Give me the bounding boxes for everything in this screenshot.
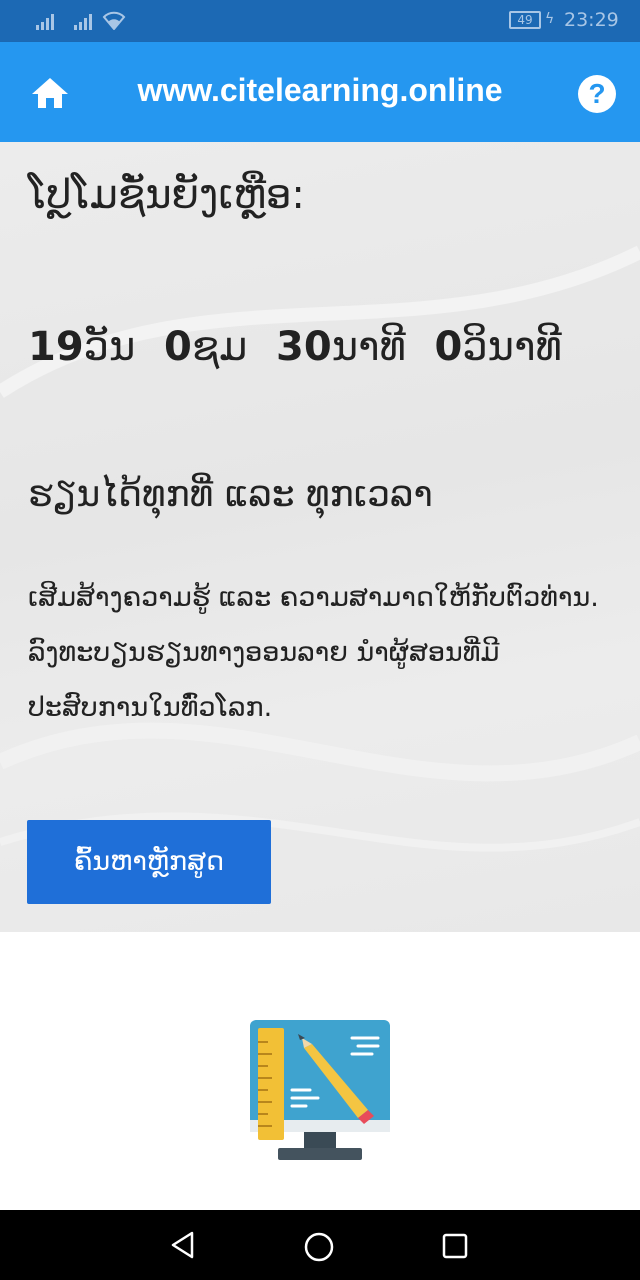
home-button[interactable] xyxy=(30,76,70,110)
signal-icon xyxy=(74,14,92,30)
search-courses-button[interactable]: ຄົ້ນຫາຫຼັກສູດ xyxy=(27,820,271,904)
description-line: ເສີມສ້າງຄວາມຮູ້ ແລະ ຄວາມສາມາດໃຫ້ກັບຕົວທ່… xyxy=(28,582,599,613)
battery-icon: 49 xyxy=(509,11,541,29)
charging-icon: ϟ xyxy=(545,11,555,27)
back-triangle-icon[interactable] xyxy=(170,1231,196,1259)
signal-icon xyxy=(36,14,54,30)
hero-section: ໂປຼໂມຊັ່ນຍັງເຫຼືອ: 19ວັນ 0ຊມ 30ນາທີ 0ວິນ… xyxy=(0,142,640,932)
countdown-seconds: 0ວິນາທີ xyxy=(434,324,562,370)
promo-heading: ໂປຼໂມຊັ່ນຍັງເຫຼືອ: xyxy=(28,172,305,218)
wifi-icon xyxy=(102,11,126,30)
description-line: ລົງທະບຽນຮຽນທາງອອນລາຍ ນໍາຜູ້ສອນທີ່ມີປະສົບ… xyxy=(28,637,500,723)
countdown-hours: 0ຊມ xyxy=(164,324,248,370)
background-swirl xyxy=(0,245,640,852)
help-icon[interactable]: ? xyxy=(578,75,616,113)
description: ເສີມສ້າງຄວາມຮູ້ ແລະ ຄວາມສາມາດໃຫ້ກັບຕົວທ່… xyxy=(28,570,613,735)
tagline: ຮຽນໄດ້ທຸກທີ່ ແລະ ທຸກເວລາ xyxy=(28,474,433,515)
recent-square-icon[interactable] xyxy=(441,1232,469,1260)
home-icon xyxy=(32,78,68,108)
countdown-days: 19ວັນ xyxy=(28,324,136,370)
site-title: www.citelearning.online xyxy=(137,72,503,108)
home-circle-icon[interactable] xyxy=(303,1231,335,1263)
system-nav-bar xyxy=(0,1210,640,1280)
clock: 23:29 xyxy=(564,9,619,31)
app-bar: www.citelearning.online ? xyxy=(0,42,640,142)
countdown-timer: 19ວັນ 0ຊມ 30ນາທີ 0ວິນາທີ xyxy=(28,324,562,370)
computer-design-icon xyxy=(248,1018,392,1166)
status-bar: 49 ϟ 23:29 xyxy=(0,0,640,42)
countdown-minutes: 30ນາທີ xyxy=(276,324,406,370)
